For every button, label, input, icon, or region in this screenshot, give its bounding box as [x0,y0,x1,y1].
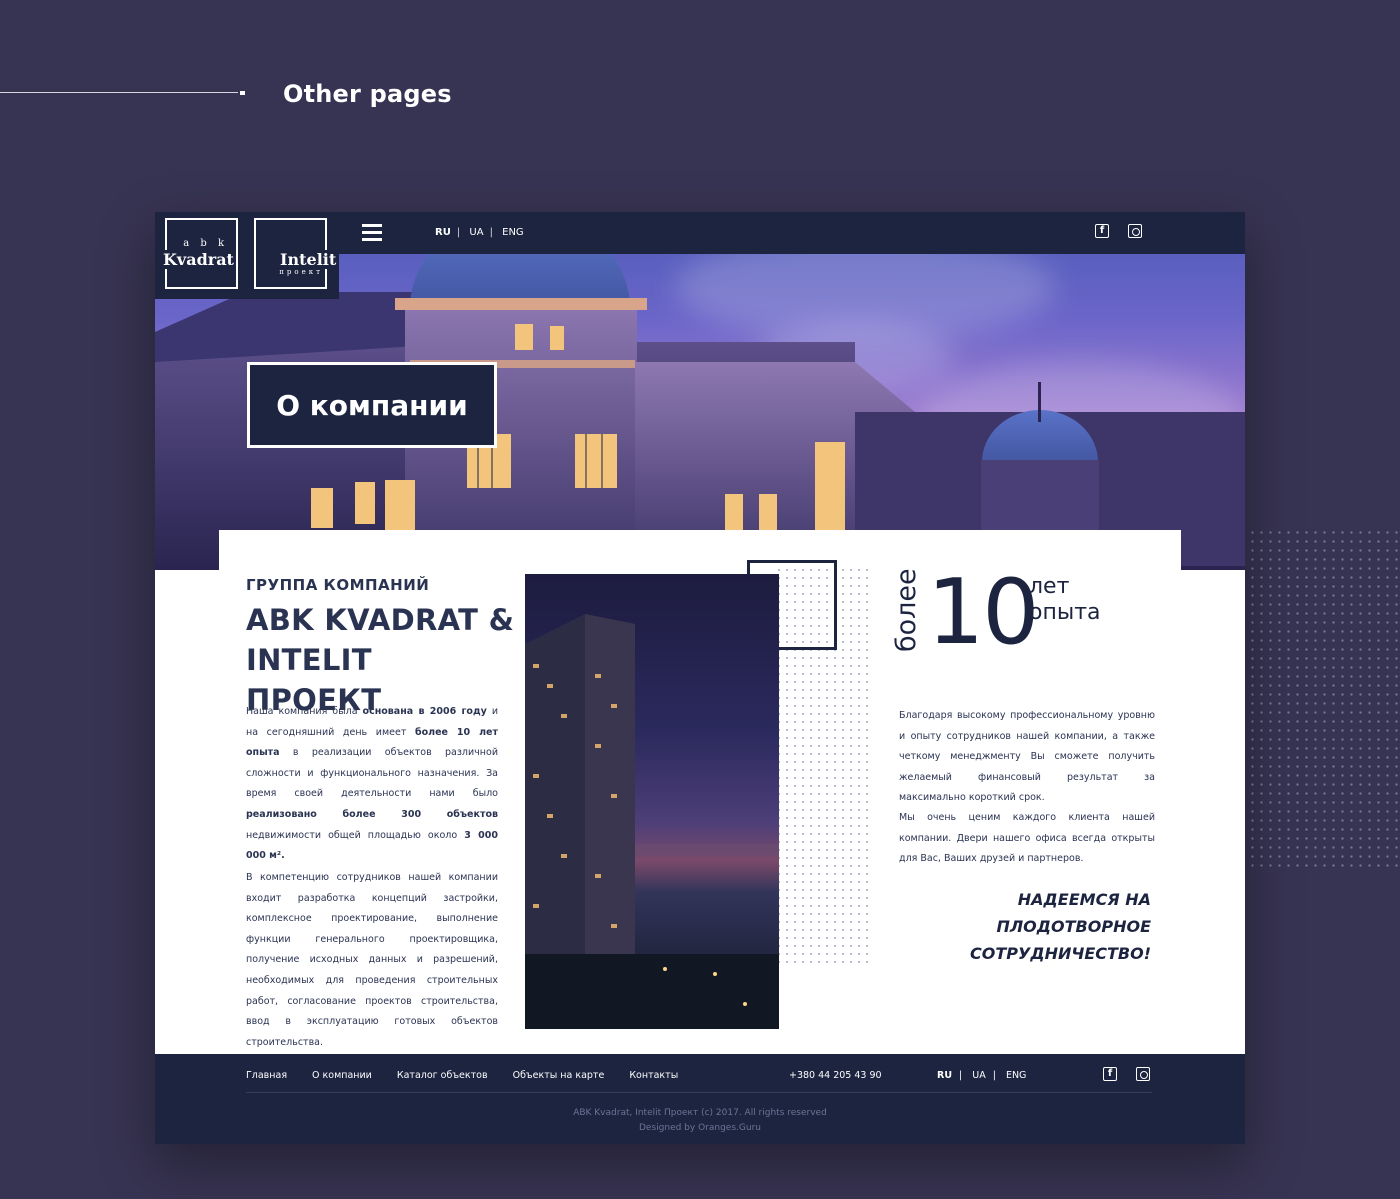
instagram-icon[interactable] [1128,224,1142,238]
experience-number: 10 [927,560,1040,665]
hero-title-box: О компании [247,362,497,448]
experience-label-years: лет [1029,574,1070,599]
footer-link-home[interactable]: Главная [246,1070,287,1081]
footer-lang-ru[interactable]: RU [937,1070,952,1081]
footer-copyright: ABK Kvadrat, Intelit Проект (c) 2017. Al… [155,1106,1245,1136]
experience-prefix: более [891,568,922,652]
lang-ru[interactable]: RU [435,227,451,238]
logo-abk-kvadrat[interactable]: a b k Kvadrat [161,218,238,289]
footer-navigation: Главная О компании Каталог объектов Объе… [246,1070,703,1081]
footer-language-switcher: RU | UA | ENG [937,1070,1027,1081]
logos: a b k Kvadrat Intelit проект [155,212,339,299]
hamburger-menu-icon[interactable] [362,224,382,241]
footer-instagram-icon[interactable] [1136,1067,1150,1081]
about-paragraph-1: Наша компания была основана в 2006 году … [246,706,498,862]
lang-eng[interactable]: ENG [502,227,524,238]
footer-link-about[interactable]: О компании [312,1070,372,1081]
decorative-dot-grid [1248,528,1400,868]
designed-by-text: Designed by Oranges.Guru [639,1123,761,1133]
lang-ua[interactable]: UA [469,227,483,238]
logo-intelit[interactable]: Intelit проект [254,218,339,289]
facebook-icon[interactable]: f [1095,224,1109,238]
logo-abk-text: a b k [183,238,228,249]
section-kicker: ГРУППА КОМПАНИЙ [246,576,430,594]
footer-lang-ua[interactable]: UA [972,1070,985,1081]
about-content-card: ГРУППА КОМПАНИЙ ABK KVADRAT & INTELIT ПР… [219,530,1181,1055]
closing-slogan: НАДЕЕМСЯ НА ПЛОДОТВОРНОЕ СОТРУДНИЧЕСТВО! [970,890,1151,963]
logo-proekt-text: проект [279,268,323,276]
decorative-dot [240,91,245,95]
footer: Главная О компании Каталог объектов Объе… [155,1054,1245,1144]
footer-divider [246,1092,1152,1093]
footer-link-catalog[interactable]: Каталог объектов [397,1070,488,1081]
presentation-title: Other pages [283,80,452,108]
experience-paragraph-1: Благодаря высокому профессиональному уро… [899,710,1155,804]
footer-link-map[interactable]: Объекты на карте [513,1070,605,1081]
about-paragraph-2: В компетенцию сотрудников нашей компании… [246,872,498,1048]
logo-kvadrat-text: Kvadrat [161,250,236,269]
tower-photo [525,574,779,1029]
decorative-line [0,92,238,93]
footer-link-contacts[interactable]: Контакты [629,1070,678,1081]
footer-facebook-icon[interactable]: f [1103,1067,1117,1081]
experience-paragraph-2: Мы очень ценим каждого клиента нашей ком… [899,812,1155,865]
page-title: О компании [276,388,468,422]
experience-label-experience: опыта [1029,600,1101,625]
copyright-text: ABK Kvadrat, Intelit Проект (c) 2017. Al… [573,1108,827,1118]
website-mockup: a b k Kvadrat Intelit проект RU | UA | ENG… [155,212,1245,1144]
footer-lang-eng[interactable]: ENG [1006,1070,1026,1081]
logo-intelit-text: Intelit [278,250,339,269]
footer-phone[interactable]: +380 44 205 43 90 [789,1070,882,1081]
language-switcher: RU | UA | ENG [435,227,524,238]
